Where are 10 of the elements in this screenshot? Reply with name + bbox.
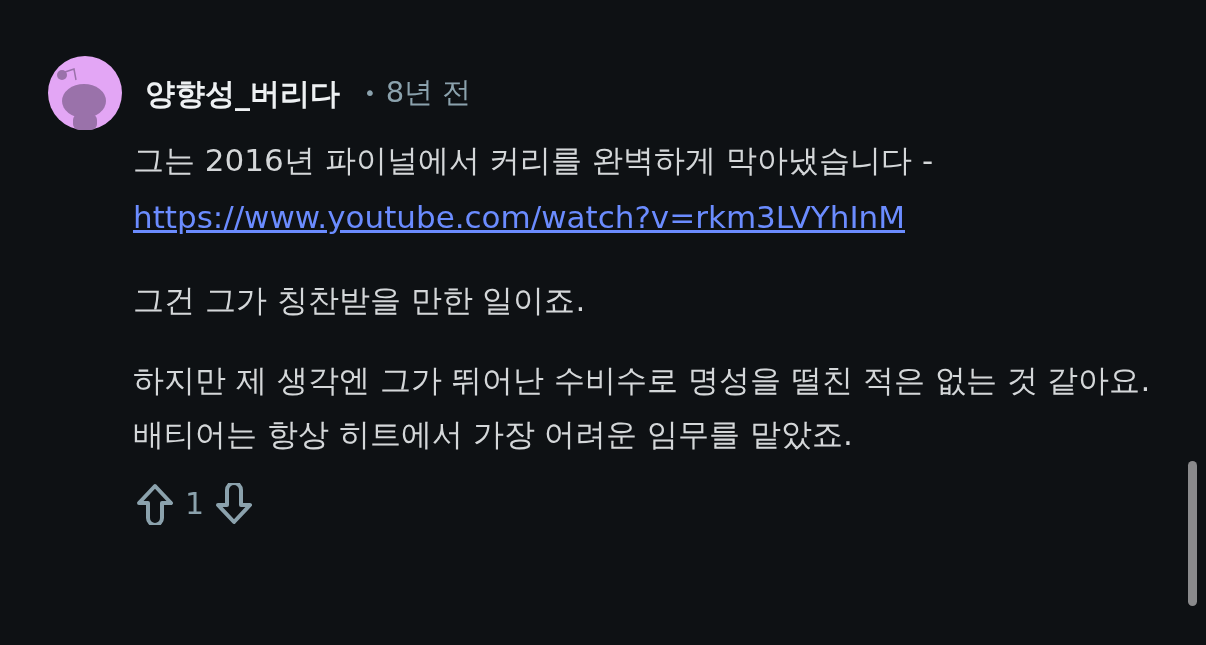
link[interactable]: https://www.youtube.com/watch?v=rkm3LVYhInM (133, 199, 905, 235)
avatar-icon (48, 56, 122, 130)
comment-age: 8년 전 (385, 74, 472, 112)
separator-dot: • (364, 80, 376, 107)
scrollbar-thumb[interactable] (1188, 461, 1197, 606)
comment-paragraph: 그는 2016년 파이널에서 커리를 완벽하게 막아냈습니다 - https://www.youtube.com/watch?v=rkm3LVYhInM (133, 141, 935, 237)
comment-paragraph: 그건 그가 칭찬받을 만한 일이죠. (133, 281, 587, 320)
vote-count: 1 (185, 485, 205, 523)
comment-paragraph: 하지만 제 생각엔 그가 뛰어난 수비수로 명성을 떨친 적은 없는 것 같아요. 배티어는 항상 히트에서 가장 어려운 임무를 맡았죠. (133, 361, 1152, 454)
username[interactable]: 양향성_버리다 (145, 70, 340, 116)
